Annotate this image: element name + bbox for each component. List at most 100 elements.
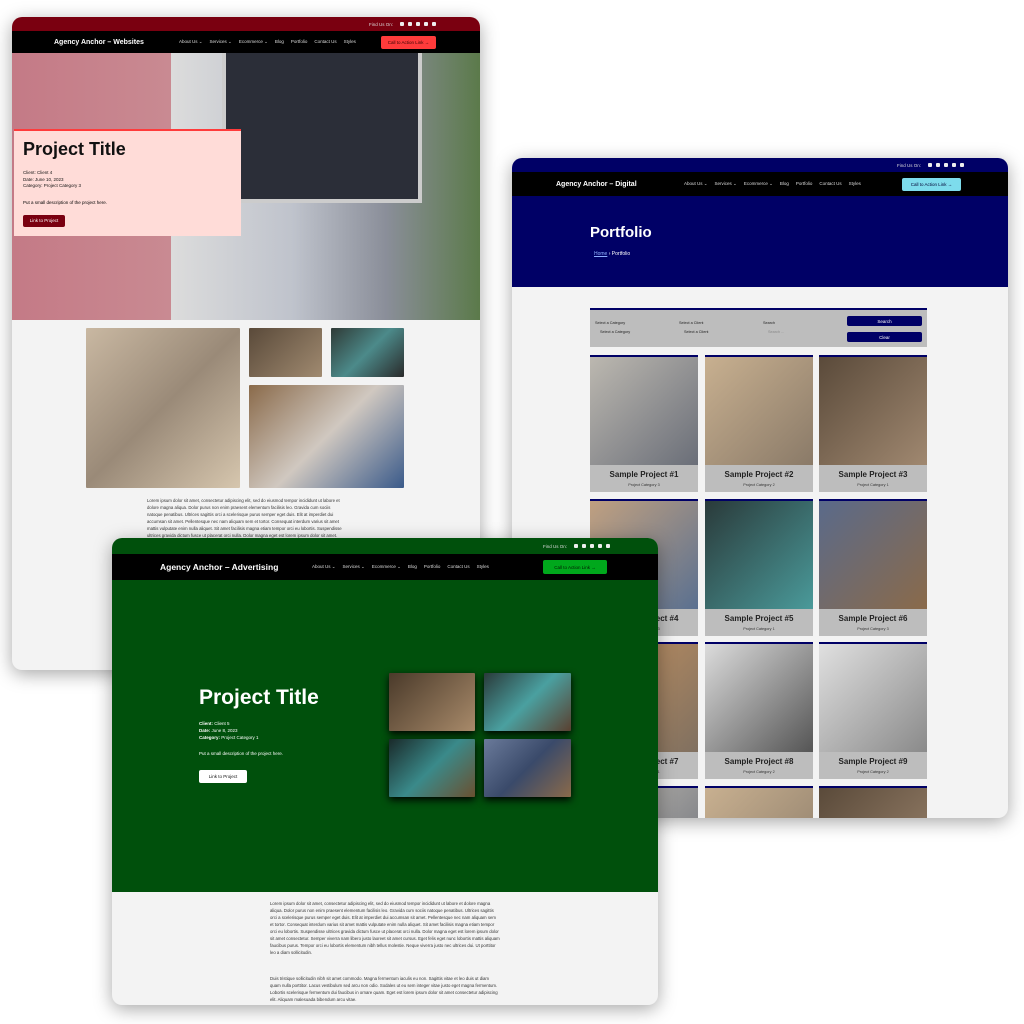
clear-button[interactable]: Clear bbox=[847, 332, 922, 342]
twitter-icon[interactable] bbox=[936, 163, 940, 167]
nav-services[interactable]: Services ⌄ bbox=[210, 39, 232, 45]
linkedin-icon[interactable] bbox=[944, 163, 948, 167]
nav-blog[interactable]: Blog bbox=[408, 564, 417, 570]
nav-styles[interactable]: Styles bbox=[849, 181, 861, 187]
nav-contact[interactable]: Contact Us bbox=[314, 39, 336, 45]
project-card[interactable]: Sample Project #9 Project Category 2 bbox=[819, 642, 927, 779]
project-category: Project Category 2 bbox=[857, 770, 889, 774]
project-thumbnail bbox=[705, 644, 813, 752]
twitch-icon[interactable] bbox=[424, 22, 428, 26]
twitch-icon[interactable] bbox=[598, 544, 602, 548]
nav-services[interactable]: Services ⌄ bbox=[715, 181, 737, 187]
site-brand[interactable]: Agency Anchor – Digital bbox=[556, 181, 637, 188]
nav-menu: About Us ⌄ Services ⌄ Ecommerce ⌄ Blog Portf… bbox=[312, 564, 489, 570]
nav-ecommerce[interactable]: Ecommerce ⌄ bbox=[239, 39, 268, 45]
gallery-image-3 bbox=[389, 739, 475, 797]
facebook-icon[interactable] bbox=[400, 22, 404, 26]
project-info-card: Project Title Client: Client 4 Date: Jun… bbox=[14, 129, 241, 236]
nav-about[interactable]: About Us ⌄ bbox=[684, 181, 708, 187]
link-to-project-button[interactable]: Link to Project bbox=[199, 770, 247, 783]
mastodon-icon[interactable] bbox=[960, 163, 964, 167]
cta-button[interactable]: Call to Action Link → bbox=[543, 560, 607, 574]
description: Put a small description of the project h… bbox=[199, 751, 284, 756]
project-thumbnail bbox=[819, 644, 927, 752]
breadcrumb-separator: › bbox=[608, 251, 611, 257]
nav-blog[interactable]: Blog bbox=[780, 181, 789, 187]
site-brand[interactable]: Agency Anchor – Websites bbox=[54, 39, 144, 46]
gallery-image-3 bbox=[331, 328, 404, 377]
project-thumbnail bbox=[819, 501, 927, 609]
body-paragraph-2: Duis tristique sollicitudin nibh sit ame… bbox=[270, 976, 498, 1002]
main-nav: Agency Anchor – Advertising About Us ⌄ Se… bbox=[112, 554, 658, 580]
nav-ecommerce[interactable]: Ecommerce ⌄ bbox=[744, 181, 773, 187]
project-title[interactable]: Sample Project #9 bbox=[819, 757, 927, 766]
project-title[interactable]: Sample Project #5 bbox=[705, 614, 813, 623]
client-select[interactable]: Select a Client bbox=[684, 330, 754, 334]
main-nav: Agency Anchor – Websites About Us ⌄ Servi… bbox=[12, 31, 480, 53]
nav-styles[interactable]: Styles bbox=[477, 564, 489, 570]
client: Client: Client 5 bbox=[199, 721, 230, 726]
project-category: Project Category 3 bbox=[628, 483, 660, 487]
find-us-label: Find Us On: bbox=[542, 543, 567, 549]
nav-portfolio[interactable]: Portfolio bbox=[291, 39, 308, 45]
nav-about[interactable]: About Us ⌄ bbox=[179, 39, 203, 45]
cta-button[interactable]: Call to Action Link → bbox=[902, 177, 961, 191]
client-label: Select a Client bbox=[679, 321, 704, 325]
project-card[interactable]: Sample Project #3 Project Category 1 bbox=[819, 355, 927, 492]
find-us-label: Find Us On: bbox=[896, 162, 921, 168]
nav-portfolio[interactable]: Portfolio bbox=[796, 181, 813, 187]
project-category: Project Category 1 bbox=[743, 627, 775, 631]
date: Date: June 8, 2023 bbox=[199, 728, 238, 733]
linkedin-icon[interactable] bbox=[416, 22, 420, 26]
nav-contact[interactable]: Contact Us bbox=[819, 181, 841, 187]
project-title[interactable]: Sample Project #1 bbox=[590, 470, 698, 479]
linkedin-icon[interactable] bbox=[590, 544, 594, 548]
nav-styles[interactable]: Styles bbox=[344, 39, 356, 45]
project-title[interactable]: Sample Project #3 bbox=[819, 470, 927, 479]
main-nav: Agency Anchor – Digital About Us ⌄ Servic… bbox=[512, 172, 1008, 196]
body-text: Lorem ipsum dolor sit amet, consectetur … bbox=[147, 498, 342, 538]
facebook-icon[interactable] bbox=[574, 544, 578, 548]
project-category: Project Category 1 bbox=[857, 483, 889, 487]
project-card[interactable] bbox=[819, 786, 927, 818]
site-brand[interactable]: Agency Anchor – Advertising bbox=[160, 562, 278, 572]
nav-ecommerce[interactable]: Ecommerce ⌄ bbox=[372, 564, 401, 570]
project-title[interactable]: Sample Project #2 bbox=[705, 470, 813, 479]
category-select[interactable]: Select a Category bbox=[600, 330, 670, 334]
breadcrumb: Home › Portfolio bbox=[594, 251, 630, 257]
project-title[interactable]: Sample Project #6 bbox=[819, 614, 927, 623]
project-card[interactable]: Sample Project #6 Project Category 3 bbox=[819, 499, 927, 636]
nav-about[interactable]: About Us ⌄ bbox=[312, 564, 336, 570]
search-button[interactable]: Search bbox=[847, 316, 922, 326]
cta-button[interactable]: Call to Action Link → bbox=[381, 35, 436, 49]
project-thumbnail bbox=[590, 357, 698, 465]
mastodon-icon[interactable] bbox=[432, 22, 436, 26]
project-card[interactable] bbox=[705, 786, 813, 818]
nav-menu: About Us ⌄ Services ⌄ Ecommerce ⌄ Blog Portf… bbox=[684, 181, 861, 187]
link-to-project-button[interactable]: Link to Project bbox=[23, 214, 65, 227]
nav-contact[interactable]: Contact Us bbox=[447, 564, 469, 570]
breadcrumb-home[interactable]: Home bbox=[594, 251, 607, 257]
project-title: Project Title bbox=[199, 686, 319, 709]
mastodon-icon[interactable] bbox=[606, 544, 610, 548]
nav-portfolio[interactable]: Portfolio bbox=[424, 564, 441, 570]
nav-blog[interactable]: Blog bbox=[275, 39, 284, 45]
project-thumbnail bbox=[705, 501, 813, 609]
gallery-image-1 bbox=[389, 673, 475, 731]
project-category: Project Category 2 bbox=[743, 770, 775, 774]
nav-services[interactable]: Services ⌄ bbox=[343, 564, 365, 570]
top-bar: Find Us On: bbox=[512, 158, 1008, 172]
project-card[interactable]: Sample Project #5 Project Category 1 bbox=[705, 499, 813, 636]
project-card[interactable]: Sample Project #1 Project Category 3 bbox=[590, 355, 698, 492]
twitter-icon[interactable] bbox=[582, 544, 586, 548]
project-title[interactable]: Sample Project #8 bbox=[705, 757, 813, 766]
search-input[interactable]: Search ... bbox=[768, 330, 784, 334]
project-card[interactable]: Sample Project #8 Project Category 2 bbox=[705, 642, 813, 779]
project-card[interactable]: Sample Project #2 Project Category 2 bbox=[705, 355, 813, 492]
gallery-image-4 bbox=[484, 739, 571, 797]
twitch-icon[interactable] bbox=[952, 163, 956, 167]
facebook-icon[interactable] bbox=[928, 163, 932, 167]
monitor-image bbox=[222, 53, 422, 203]
twitter-icon[interactable] bbox=[408, 22, 412, 26]
filter-bar: Select a Category Select a Category Sele… bbox=[590, 308, 927, 347]
